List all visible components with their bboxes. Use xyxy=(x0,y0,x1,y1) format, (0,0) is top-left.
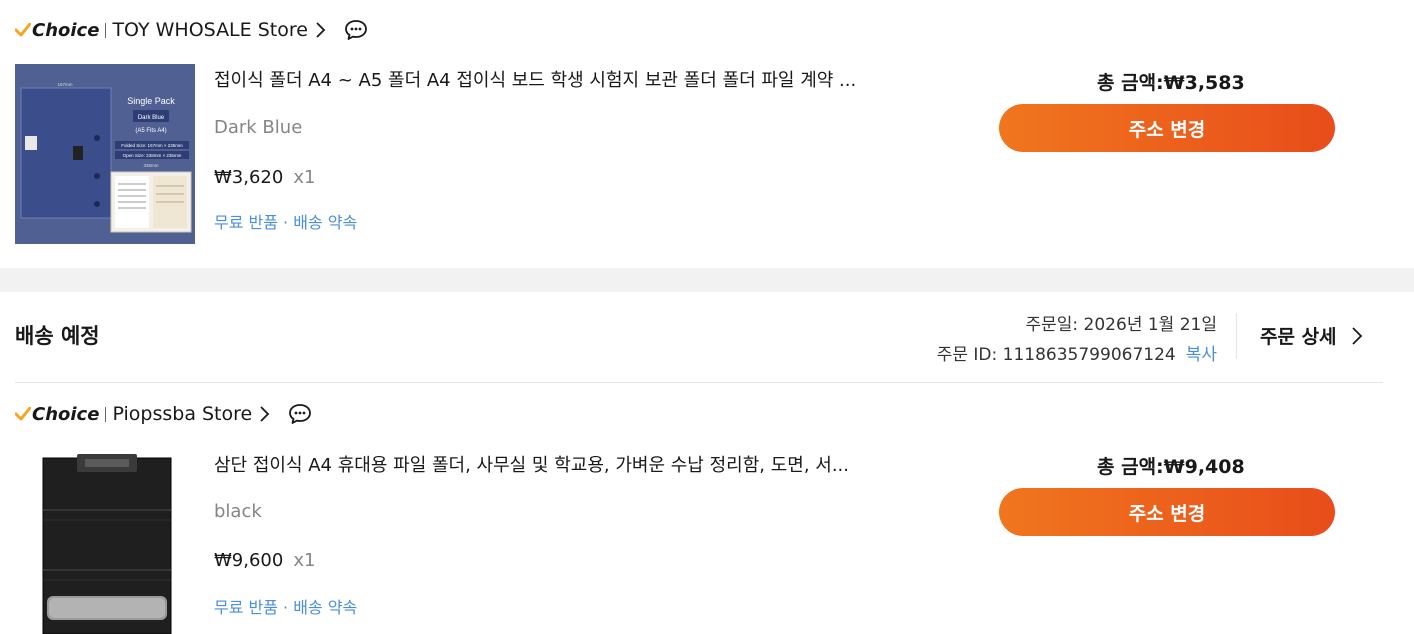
store-header: Choice Piopssba Store xyxy=(15,399,312,429)
store-separator xyxy=(105,22,107,38)
vertical-divider xyxy=(1236,313,1237,359)
order-detail-link[interactable]: 주문 상세 xyxy=(1260,322,1363,349)
order-id: 주문 ID: 1118635799067124 xyxy=(936,345,1176,365)
product-variant: black xyxy=(214,501,262,522)
product-variant: Dark Blue xyxy=(214,117,303,138)
order-item: Single Pack Dark Blue (A5 Fits A4) Folde… xyxy=(15,64,1405,244)
choice-badge: Choice xyxy=(15,404,99,425)
change-address-button[interactable]: 주소 변경 xyxy=(999,488,1335,536)
choice-check-icon xyxy=(15,407,31,421)
product-quantity: x1 xyxy=(293,550,316,571)
product-price: ₩3,620 xyxy=(214,167,284,188)
product-quantity: x1 xyxy=(293,167,316,188)
product-thumbnail[interactable]: Single Pack Dark Blue (A5 Fits A4) Folde… xyxy=(15,64,195,244)
product-price: ₩9,600 xyxy=(214,550,284,571)
chat-icon[interactable] xyxy=(288,403,312,425)
order-total: 총 금액:₩3,583 xyxy=(1097,72,1245,94)
service-promise-link[interactable]: 무료 반품 · 배송 약속 xyxy=(214,209,357,233)
change-address-button[interactable]: 주소 변경 xyxy=(999,104,1335,152)
shipping-status: 배송 예정 xyxy=(15,324,100,348)
product-title-link[interactable]: 접이식 폴더 A4 ~ A5 폴더 A4 접이식 보드 학생 시험지 보관 폴더… xyxy=(214,66,914,92)
thumb-pack-text: Single Pack xyxy=(127,96,175,106)
store-separator xyxy=(105,406,107,422)
choice-badge: Choice xyxy=(15,20,99,41)
thumb-width-bottom: 338mm xyxy=(143,163,158,168)
chat-icon[interactable] xyxy=(344,19,368,41)
chevron-right-icon[interactable] xyxy=(258,405,270,423)
section-separator xyxy=(0,268,1414,292)
thumb-color-text: Dark Blue xyxy=(138,115,165,121)
product-image xyxy=(15,448,195,634)
thumb-open-text: Open Size: 338mm × 235mm xyxy=(123,153,182,158)
order-item: 삼단 접이식 A4 휴대용 파일 폴더, 사무실 및 학교용, 가벼운 수납 정… xyxy=(15,448,1405,634)
choice-label: Choice xyxy=(32,19,100,41)
order-total: 총 금액:₩9,408 xyxy=(1097,456,1245,478)
price-row: ₩9,600 x1 xyxy=(214,550,315,571)
order-list-page: Choice TOY WHOSALE Store Single Pack Dar… xyxy=(0,0,1414,634)
choice-label: Choice xyxy=(32,403,100,425)
order-detail-label: 주문 상세 xyxy=(1260,326,1337,348)
order-id-row: 주문 ID: 1118635799067124 복사 xyxy=(937,340,1217,365)
product-title-link[interactable]: 삼단 접이식 A4 휴대용 파일 폴더, 사무실 및 학교용, 가벼운 수납 정… xyxy=(214,451,914,477)
horizontal-divider xyxy=(15,382,1383,383)
chevron-right-icon[interactable] xyxy=(314,21,326,39)
store-header: Choice TOY WHOSALE Store xyxy=(15,15,368,45)
store-name-link[interactable]: TOY WHOSALE Store xyxy=(112,19,307,41)
thumb-width-top: 167mm xyxy=(57,82,72,87)
store-name-link[interactable]: Piopssba Store xyxy=(112,403,252,425)
copy-order-id-link[interactable]: 복사 xyxy=(1186,345,1217,365)
choice-check-icon xyxy=(15,23,31,37)
order-date: 주문일: 2026년 1월 21일 xyxy=(1025,315,1218,335)
price-row: ₩3,620 x1 xyxy=(214,167,315,188)
chevron-right-icon xyxy=(1351,326,1362,345)
product-thumbnail[interactable] xyxy=(15,448,195,634)
thumb-fits-text: (A5 Fits A4) xyxy=(135,128,166,134)
product-image: Single Pack Dark Blue (A5 Fits A4) Folde… xyxy=(15,64,195,244)
thumb-folded-text: Folded Size: 167mm × 235mm xyxy=(121,143,183,148)
service-promise-link[interactable]: 무료 반품 · 배송 약속 xyxy=(214,594,357,618)
